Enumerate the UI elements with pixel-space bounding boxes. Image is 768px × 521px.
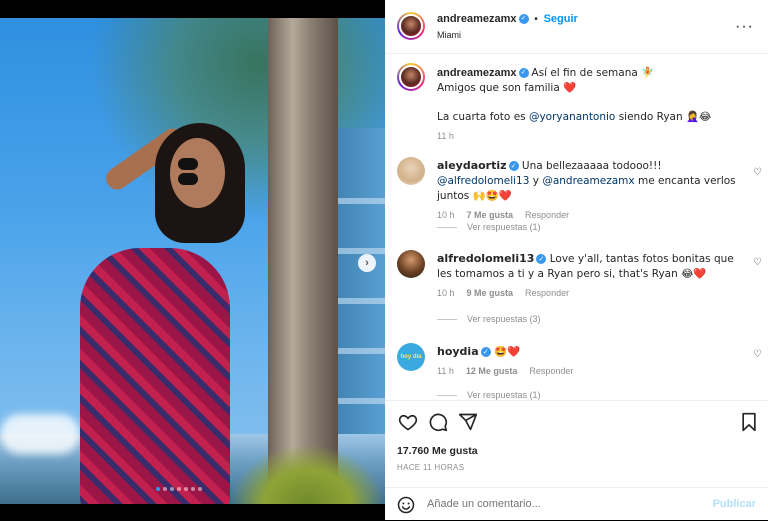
carousel-dot bbox=[156, 487, 160, 491]
building-stripe bbox=[330, 348, 385, 354]
chevron-right-icon: › bbox=[365, 257, 369, 269]
commenter-avatar[interactable] bbox=[397, 250, 425, 278]
building-stripe bbox=[330, 198, 385, 204]
reply-button[interactable]: Responder bbox=[525, 210, 569, 220]
mention-link[interactable]: @alfredolomeli13 bbox=[437, 175, 529, 187]
follow-button[interactable]: Seguir bbox=[544, 13, 578, 25]
post-header: andreamezamx ✓ • Seguir Miami ··· bbox=[385, 0, 768, 54]
comment-username[interactable]: hoydia bbox=[437, 345, 479, 358]
verified-icon: ✓ bbox=[480, 347, 491, 357]
mention-link[interactable]: @andreamezamx bbox=[542, 175, 634, 187]
caption-line2: Amigos que son familia ❤️ bbox=[437, 82, 577, 94]
view-replies-button[interactable]: Ver respuestas (3) bbox=[437, 314, 541, 324]
comment-text: y bbox=[529, 175, 543, 187]
view-replies-label: Ver respuestas (3) bbox=[467, 314, 541, 324]
commenter-avatar[interactable] bbox=[397, 157, 425, 185]
like-comment-heart-icon[interactable]: ♡ bbox=[753, 167, 762, 178]
caption-text: La cuarta foto es bbox=[437, 111, 529, 123]
verified-icon: ✓ bbox=[536, 254, 547, 264]
comment-bubble-icon[interactable] bbox=[427, 411, 449, 433]
comment-likes[interactable]: 7 Me gusta bbox=[467, 210, 514, 220]
building bbox=[330, 128, 385, 458]
emoji-smiley-icon[interactable] bbox=[397, 496, 415, 514]
comment-input[interactable] bbox=[427, 498, 677, 510]
view-replies-label: Ver respuestas (1) bbox=[467, 390, 541, 400]
mention-link[interactable]: @yoryanantonio bbox=[529, 111, 615, 123]
sunglasses bbox=[178, 158, 224, 185]
building-stripe bbox=[330, 398, 385, 404]
dress bbox=[80, 248, 230, 504]
caption-username[interactable]: andreamezamx bbox=[437, 67, 517, 79]
carousel-dot bbox=[184, 487, 188, 491]
author-avatar[interactable] bbox=[397, 12, 425, 40]
carousel-dots bbox=[156, 487, 202, 491]
author-username[interactable]: andreamezamx bbox=[437, 13, 517, 25]
reply-button[interactable]: Responder bbox=[529, 366, 573, 376]
carousel-dot bbox=[198, 487, 202, 491]
more-options-icon[interactable]: ··· bbox=[735, 18, 754, 36]
caption-avatar[interactable] bbox=[397, 63, 425, 91]
post-timestamp[interactable]: HACE 11 HORAS bbox=[397, 463, 464, 472]
comment-time: 11 h bbox=[437, 366, 454, 376]
carousel-dot bbox=[191, 487, 195, 491]
carousel-dot bbox=[170, 487, 174, 491]
avatar-logo-text: hoy día bbox=[400, 354, 422, 360]
carousel-dot bbox=[163, 487, 167, 491]
comment-username[interactable]: aleydaortiz bbox=[437, 159, 507, 172]
save-bookmark-icon[interactable] bbox=[738, 411, 760, 433]
comments-list[interactable]: andreamezamx ✓ Así el fin de semana 🧚 Ami… bbox=[385, 55, 768, 400]
commenter-avatar[interactable]: hoy día bbox=[397, 343, 425, 371]
post-modal: › andreamezamx ✓ • Seguir Miami ··· andre… bbox=[0, 0, 768, 520]
caption-text: siendo Ryan 🤦‍♀️😂 bbox=[615, 111, 712, 123]
carousel-dot bbox=[177, 487, 181, 491]
post-side-panel: andreamezamx ✓ • Seguir Miami ··· andream… bbox=[385, 0, 768, 520]
location-link[interactable]: Miami bbox=[437, 30, 461, 40]
bush bbox=[230, 444, 385, 504]
caption: andreamezamx ✓ Así el fin de semana 🧚 Ami… bbox=[437, 66, 737, 141]
comment-time: 10 h bbox=[437, 288, 455, 298]
header-title-row: andreamezamx ✓ • Seguir bbox=[437, 13, 578, 25]
building-stripe bbox=[330, 248, 385, 254]
comment: hoydia ✓ 🤩❤️ 11 h 12 Me gusta Responder bbox=[437, 344, 737, 376]
verified-icon: ✓ bbox=[518, 68, 529, 79]
view-replies-label: Ver respuestas (1) bbox=[467, 222, 541, 232]
comment-text: Una bellezaaaaa todooo!!! bbox=[521, 160, 662, 172]
comment-username[interactable]: alfredolomeli13 bbox=[437, 252, 534, 265]
caption-time: 11 h bbox=[437, 131, 454, 141]
comment: aleydaortiz ✓ Una bellezaaaaa todooo!!! @… bbox=[437, 158, 737, 220]
separator: • bbox=[534, 14, 538, 25]
like-comment-heart-icon[interactable]: ♡ bbox=[753, 349, 762, 360]
caption-line3: La cuarta foto es @yoryanantonio siendo … bbox=[437, 110, 737, 125]
likes-count[interactable]: 17.760 Me gusta bbox=[397, 445, 478, 457]
comment-composer: Publicar bbox=[385, 487, 768, 521]
comment-time: 10 h bbox=[437, 210, 455, 220]
carousel-next-button[interactable]: › bbox=[358, 254, 376, 272]
verified-icon: ✓ bbox=[518, 14, 529, 25]
caption-meta: 11 h bbox=[437, 131, 737, 141]
caption-line1: Así el fin de semana 🧚 bbox=[531, 67, 655, 79]
comment: alfredolomeli13 ✓ Love y'all, tantas foto… bbox=[437, 251, 737, 298]
view-replies-button[interactable]: Ver respuestas (1) bbox=[437, 222, 541, 232]
like-comment-heart-icon[interactable]: ♡ bbox=[753, 257, 762, 268]
post-actions: 17.760 Me gusta HACE 11 HORAS Publicar bbox=[385, 400, 768, 520]
palm-trunk bbox=[268, 18, 338, 504]
cloud bbox=[0, 414, 80, 454]
publish-comment-button[interactable]: Publicar bbox=[713, 498, 756, 510]
view-replies-button[interactable]: Ver respuestas (1) bbox=[437, 390, 541, 400]
reply-button[interactable]: Responder bbox=[525, 288, 569, 298]
building-stripe bbox=[330, 298, 385, 304]
comment-likes[interactable]: 12 Me gusta bbox=[466, 366, 518, 376]
comment-text: 🤩❤️ bbox=[493, 346, 521, 358]
share-send-icon[interactable] bbox=[457, 411, 479, 433]
verified-icon: ✓ bbox=[508, 161, 519, 171]
post-photo[interactable] bbox=[0, 18, 385, 504]
like-heart-icon[interactable] bbox=[397, 411, 419, 433]
comment-likes[interactable]: 9 Me gusta bbox=[467, 288, 514, 298]
